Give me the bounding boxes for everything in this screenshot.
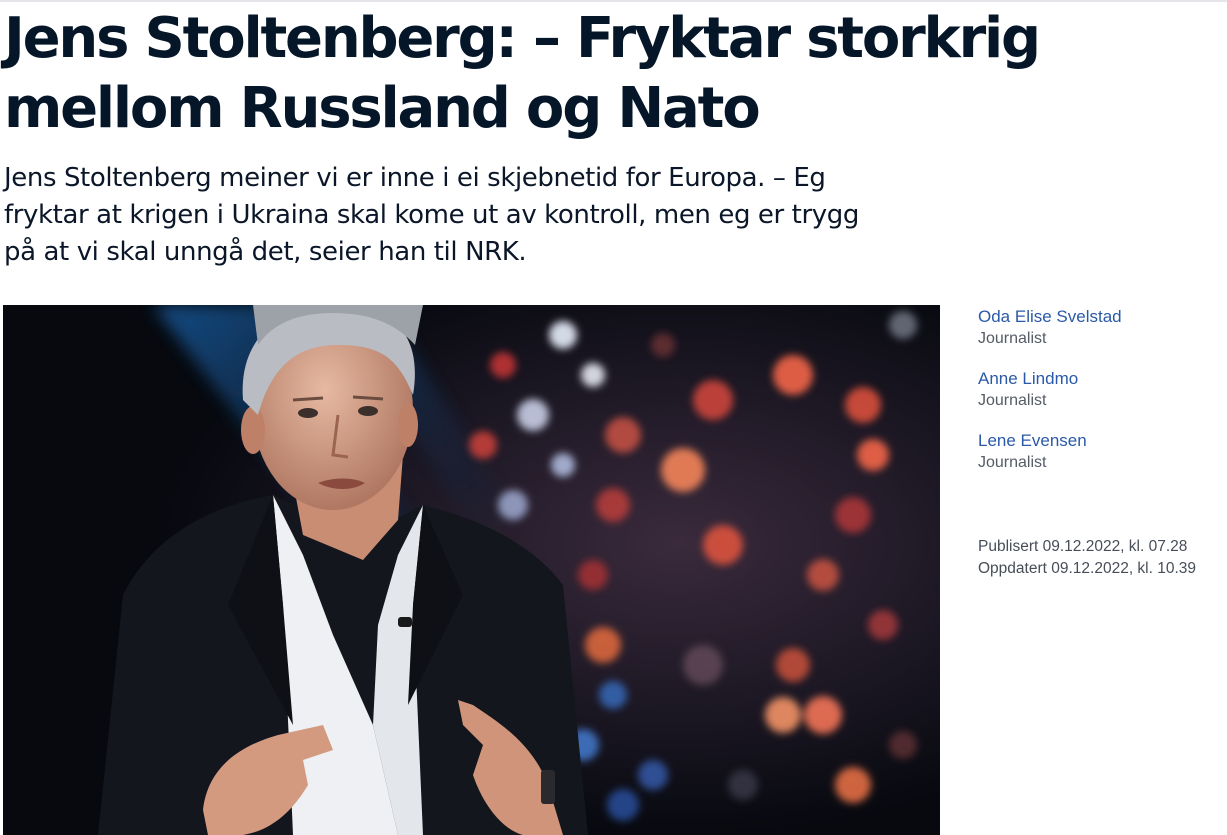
top-divider [0,0,1227,2]
author-role: Journalist [978,454,1047,471]
article-dates: Publisert 09.12.2022, kl. 07.28 Oppdater… [978,536,1223,580]
author-entry: Lene Evensen Journalist [978,430,1223,474]
article-lead: Jens Stoltenberg meiner vi er inne i ei … [4,163,859,267]
studio-portrait-illustration [3,305,940,835]
author-entry: Oda Elise Svelstad Journalist [978,306,1223,350]
author-role: Journalist [978,330,1047,347]
author-link-anne-lindmo[interactable]: Anne Lindmo [978,368,1223,390]
article-photo[interactable] [3,305,940,835]
author-link-oda-elise-svelstad[interactable]: Oda Elise Svelstad [978,306,1223,328]
updated-date: Oppdatert 09.12.2022, kl. 10.39 [978,560,1197,577]
author-role: Journalist [978,392,1047,409]
author-link-lene-evensen[interactable]: Lene Evensen [978,430,1223,452]
author-entry: Anne Lindmo Journalist [978,368,1223,412]
published-date: Publisert 09.12.2022, kl. 07.28 [978,538,1188,555]
article-headline: Jens Stoltenberg: – Fryktar storkrig mel… [4,6,1041,141]
author-list: Oda Elise Svelstad Journalist Anne Lindm… [978,306,1223,492]
